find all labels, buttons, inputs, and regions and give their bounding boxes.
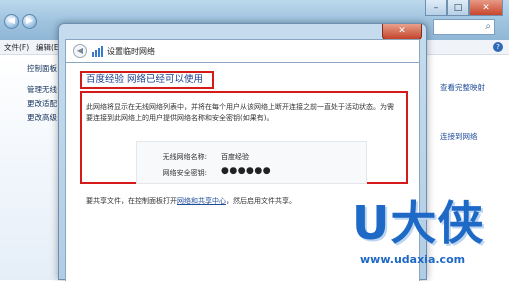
window-close-button[interactable]: ✕	[469, 0, 503, 16]
share-suffix: ，然后启用文件共享。	[226, 197, 296, 205]
forward-button[interactable]: ▶	[22, 14, 37, 29]
network-name-value: 百度经验	[221, 153, 249, 161]
network-sharing-center-link[interactable]: 网络和共享中心	[177, 197, 226, 205]
back-button[interactable]: ◀	[4, 14, 19, 29]
status-heading: 百度经验 网络已经可以使用	[80, 71, 214, 89]
dialog-back-button[interactable]: ◀	[73, 44, 87, 58]
view-full-map-link[interactable]: 查看完整映射	[440, 82, 485, 93]
sidebar-item-control-panel[interactable]: 控制面板	[27, 63, 57, 74]
help-icon[interactable]: ?	[493, 42, 503, 52]
security-key-value: ●●●●●●	[221, 166, 272, 176]
search-icon: ⌕	[485, 21, 491, 32]
minimize-button[interactable]: –	[425, 0, 447, 16]
watermark-url: www.udaxia.com	[360, 253, 466, 266]
network-icon	[92, 46, 103, 57]
sidebar-item-manage-wireless[interactable]: 管理无线	[27, 84, 57, 95]
maximize-button[interactable]: □	[447, 0, 469, 16]
network-description: 此网络将显示在无线网络列表中，并将在每个用户从该网络上断开连接之前一直处于活动状…	[86, 103, 394, 122]
dialog-close-button[interactable]: ✕	[382, 24, 422, 40]
network-info-panel: 无线网络名称: 百度经验 网络安全密钥: ●●●●●●	[136, 141, 367, 184]
sidebar-item-change-advanced[interactable]: 更改高级	[27, 112, 57, 123]
connect-to-network-link[interactable]: 连接到网络	[440, 131, 478, 142]
dialog-title: 设置临时网络	[107, 47, 155, 56]
share-prefix: 要共享文件，在控制面板打开	[86, 197, 177, 205]
search-input[interactable]: ⌕	[433, 19, 495, 35]
share-instructions: 要共享文件，在控制面板打开网络和共享中心，然后启用文件共享。	[86, 196, 296, 206]
dialog-header: ◀ 设置临时网络	[65, 39, 420, 63]
network-name-label: 无线网络名称:	[162, 153, 207, 161]
window-controls: – □ ✕	[425, 0, 503, 18]
sidebar-item-change-adapter[interactable]: 更改适配	[27, 98, 57, 109]
menu-file[interactable]: 文件(F)	[4, 42, 29, 53]
watermark-logo: U大侠	[352, 196, 485, 250]
sidebar: 控制面板 管理无线 更改适配 更改高级	[0, 55, 66, 280]
security-key-label: 网络安全密钥:	[162, 169, 207, 177]
